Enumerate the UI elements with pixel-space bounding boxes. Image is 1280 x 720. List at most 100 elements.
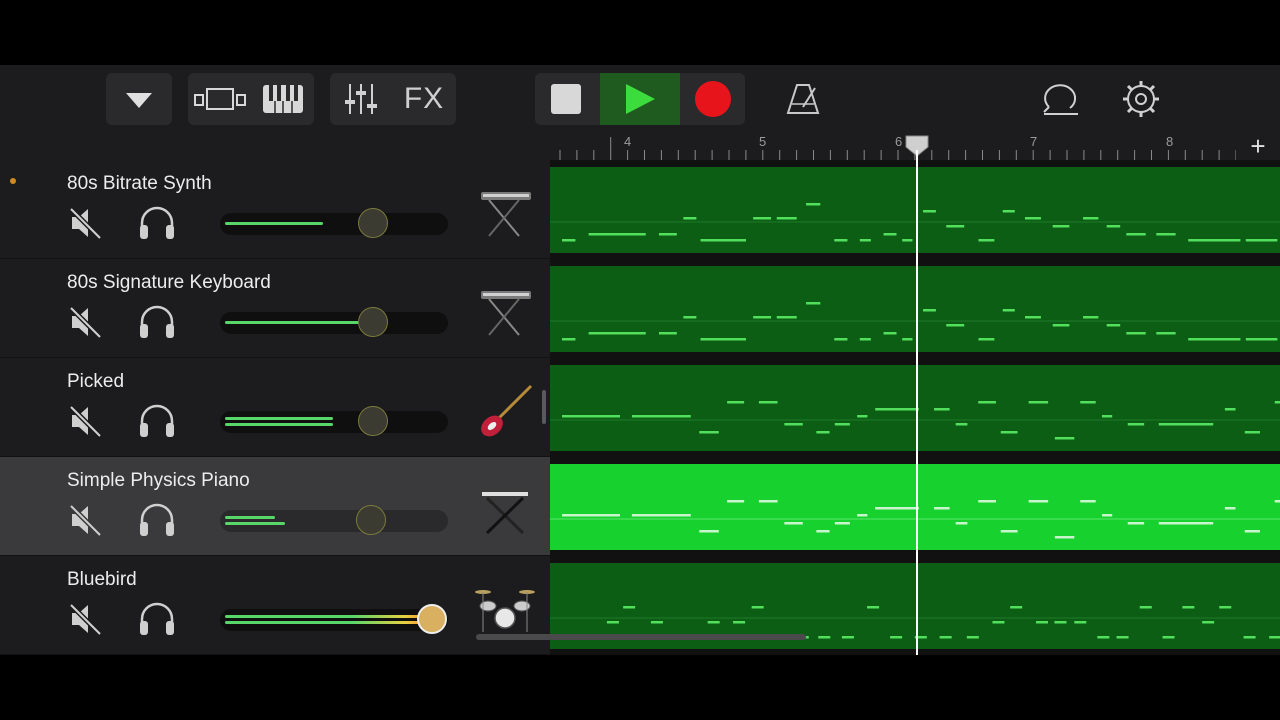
horizontal-scroll-indicator[interactable] [476, 634, 806, 640]
track-headers: 80s Bitrate Synth 80s Signature Keyboard… [0, 160, 550, 655]
bar-number-4: 4 [624, 135, 632, 149]
region-notes [550, 167, 1280, 253]
tracks-view-icon [194, 88, 246, 110]
playhead-line [916, 150, 918, 655]
track-name: Simple Physics Piano [67, 470, 250, 491]
track-header[interactable]: 80s Signature Keyboard [0, 259, 550, 358]
volume-slider[interactable] [220, 604, 448, 634]
settings-button[interactable] [1118, 73, 1164, 125]
volume-slider[interactable] [220, 208, 448, 238]
track-header-spacer [0, 135, 550, 160]
bass-guitar-icon [481, 384, 533, 437]
track-header[interactable]: Picked [0, 358, 550, 457]
bar-number-6: 6 [895, 135, 903, 149]
mixer-button[interactable] [334, 73, 388, 125]
bar-number-5: 5 [759, 135, 767, 149]
level-meter-right [225, 423, 333, 426]
region-notes [550, 365, 1280, 451]
volume-slider[interactable] [220, 406, 448, 436]
level-meter [225, 222, 323, 225]
headphones-icon [140, 206, 174, 239]
mute-button[interactable] [68, 502, 104, 538]
bar-number-7: 7 [1030, 135, 1038, 149]
keyboard-stand-icon [479, 489, 531, 535]
metronome-button[interactable] [780, 73, 826, 125]
piano-keys-icon [263, 85, 303, 113]
volume-knob[interactable] [358, 208, 388, 238]
play-button[interactable] [600, 73, 680, 125]
tracks-view-button[interactable] [190, 73, 250, 125]
keyboard-synth-icon [481, 192, 531, 237]
midi-region[interactable] [550, 365, 1280, 451]
track-lane [550, 457, 1280, 556]
track-indicator-dot [10, 178, 16, 184]
speaker-muted-icon [69, 603, 102, 636]
letterbox-top [0, 0, 1280, 65]
volume-knob[interactable] [356, 505, 386, 535]
track-name: Picked [67, 371, 125, 392]
loop-browser-icon [1043, 84, 1078, 115]
add-section-button[interactable]: + [1236, 135, 1280, 160]
headphones-icon [140, 602, 174, 635]
track-name: Bluebird [67, 569, 137, 590]
speaker-muted-icon [69, 207, 102, 240]
gear-icon [1123, 81, 1159, 117]
speaker-muted-icon [69, 306, 102, 339]
drum-kit-icon [475, 590, 535, 632]
letterbox-bottom [0, 655, 1280, 720]
control-bar: FX [0, 65, 1280, 135]
volume-slider[interactable] [220, 307, 448, 337]
level-meter-right [225, 621, 437, 624]
record-icon [695, 81, 731, 117]
metronome-icon [786, 84, 820, 114]
fx-button[interactable]: FX [396, 73, 452, 125]
level-meter-left [225, 615, 437, 618]
play-icon [626, 84, 655, 114]
volume-knob[interactable] [417, 604, 447, 634]
level-meter-right [225, 522, 285, 525]
region-notes [550, 464, 1280, 550]
level-meter-left [225, 516, 275, 519]
solo-headphones-button[interactable] [137, 403, 177, 439]
mute-button[interactable] [68, 304, 104, 340]
headphones-icon [140, 404, 174, 437]
triangle-down-icon [126, 93, 152, 108]
volume-knob[interactable] [358, 307, 388, 337]
stop-button[interactable] [540, 73, 592, 125]
loop-browser-button[interactable] [1036, 73, 1084, 125]
vertical-scroll-indicator[interactable] [542, 390, 546, 424]
midi-region[interactable] [550, 266, 1280, 352]
track-lane [550, 556, 1280, 655]
midi-region[interactable] [550, 167, 1280, 253]
keyboard-button[interactable] [255, 73, 311, 125]
view-menu-button[interactable] [106, 73, 172, 125]
mute-button[interactable] [68, 403, 104, 439]
level-meter-left [225, 417, 333, 420]
speaker-muted-icon [69, 405, 102, 438]
track-lane [550, 160, 1280, 259]
solo-headphones-button[interactable] [137, 601, 177, 637]
mixer-sliders-icon [345, 84, 377, 114]
region-notes [550, 266, 1280, 352]
track-header[interactable]: Bluebird [0, 556, 550, 655]
headphones-icon [140, 305, 174, 338]
volume-slider[interactable] [220, 505, 448, 535]
track-header[interactable]: Simple Physics Piano [0, 457, 550, 556]
track-name: 80s Bitrate Synth [67, 173, 212, 194]
keyboard-synth-icon [481, 291, 531, 336]
mute-button[interactable] [68, 205, 104, 241]
track-name: 80s Signature Keyboard [67, 272, 271, 293]
speaker-muted-icon [69, 504, 102, 537]
solo-headphones-button[interactable] [137, 502, 177, 538]
bar-number-8: 8 [1166, 135, 1174, 149]
headphones-icon [140, 503, 174, 536]
mute-button[interactable] [68, 601, 104, 637]
volume-knob[interactable] [358, 406, 388, 436]
track-lane [550, 259, 1280, 358]
solo-headphones-button[interactable] [137, 205, 177, 241]
stop-icon [551, 84, 581, 114]
midi-region-selected[interactable] [550, 464, 1280, 550]
track-header[interactable]: 80s Bitrate Synth [0, 160, 550, 259]
solo-headphones-button[interactable] [137, 304, 177, 340]
record-button[interactable] [685, 73, 741, 125]
